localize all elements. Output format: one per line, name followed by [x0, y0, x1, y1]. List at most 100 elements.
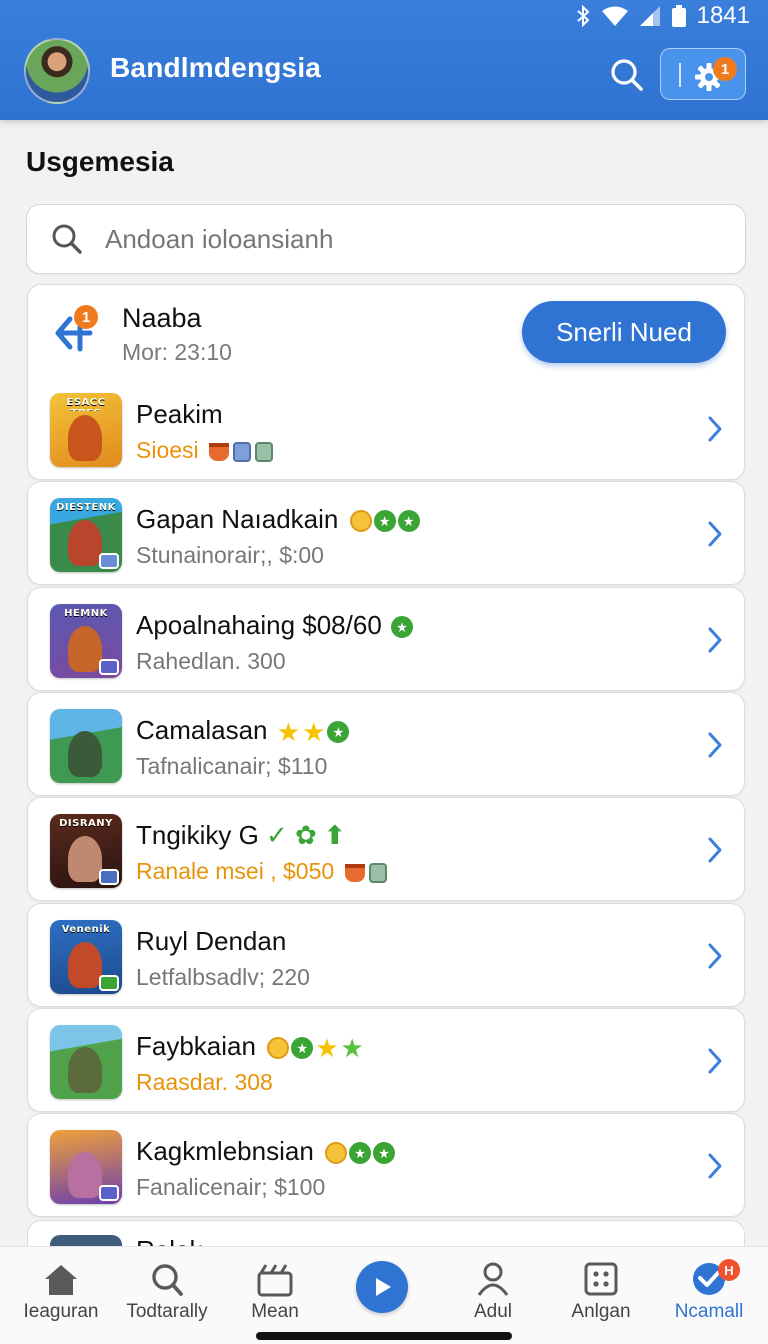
bluetooth-icon — [576, 5, 590, 27]
game-name: Kagkmlebnsian — [136, 1136, 396, 1167]
cube-icon — [233, 441, 252, 462]
game-icon: ESACC TRES — [50, 393, 122, 467]
game-icon — [50, 1130, 122, 1204]
status-bar: 1841 — [575, 2, 750, 30]
game-subtitle: Stunainorair;, $:00 — [136, 542, 324, 568]
game-character — [68, 415, 102, 461]
badge-icon — [291, 1037, 314, 1060]
game-card[interactable]: Venenik Ruyl Dendan Letfalbsadlv; 220 — [27, 903, 745, 1007]
badge-icon — [397, 510, 420, 533]
nav-item-apps[interactable]: Anlgan — [546, 1261, 656, 1323]
featured-name: Naaba — [122, 303, 202, 333]
game-row[interactable]: Faybkaian ★★ Raasdar. 308 — [28, 1009, 744, 1113]
game-card[interactable]: Faybkaian ★★ Raasdar. 308 — [27, 1008, 745, 1112]
chevron-right-icon — [708, 521, 722, 547]
game-tags: ✓ ✿ ⬆ — [258, 820, 346, 850]
nav-item-home[interactable]: Ieaguran — [6, 1261, 116, 1323]
play-icon — [376, 1278, 391, 1296]
chevron-right-icon — [708, 416, 722, 442]
game-icon-label: Venenik — [61, 924, 111, 935]
game-row[interactable]: Kagkmlebnsian Fanalicenair; $100 — [28, 1114, 744, 1218]
nav-item-search[interactable]: Todtarally — [112, 1261, 222, 1323]
game-icon: DISRANY — [50, 814, 122, 888]
game-subtitle: Ranale msei , $050 — [136, 858, 387, 885]
nav-label: Anlgan — [571, 1301, 631, 1322]
game-icon-label: DISRANY — [59, 818, 113, 829]
smile-icon — [267, 1037, 290, 1060]
badge-icon — [373, 1142, 396, 1165]
nav-label: Ncamall — [674, 1301, 744, 1322]
star-icon: ★ — [276, 717, 301, 748]
play-button[interactable] — [356, 1261, 408, 1313]
game-character — [68, 626, 102, 672]
nav-item-notifications[interactable]: H Ncamall — [654, 1259, 764, 1323]
star-icon: ★ — [340, 1033, 364, 1064]
nav-item-profile[interactable]: Adul — [438, 1261, 548, 1323]
game-character — [68, 1047, 102, 1093]
game-card[interactable]: Camalasan ★★ Tafnalicanair; $110 — [27, 692, 745, 796]
game-chip — [99, 975, 119, 991]
game-card[interactable]: DIESTENK Gapan Naıadkain Stunainorair;, … — [27, 481, 745, 585]
game-name: Peakim — [136, 399, 223, 429]
game-row[interactable]: HEMNK Apoalnahaing $08/60 Rahedlan. 300 — [28, 588, 744, 692]
search-icon — [52, 224, 82, 254]
game-row[interactable]: Venenik Ruyl Dendan Letfalbsadlv; 220 — [28, 904, 744, 1008]
nav-label: Ieaguran — [23, 1301, 99, 1322]
trophy-icon — [344, 863, 365, 882]
game-character — [68, 836, 102, 882]
header-search-button[interactable] — [604, 52, 650, 98]
chevron-right-icon — [708, 943, 722, 969]
badge-icon — [373, 510, 396, 533]
chevron-right-icon — [708, 1048, 722, 1074]
battery-icon — [671, 5, 686, 27]
game-icon-label: DIESTENK — [56, 502, 116, 513]
game-name: Apoalnahaing $08/60 — [136, 610, 414, 641]
section-title: Usgemesia — [26, 146, 174, 177]
game-card[interactable]: HEMNK Apoalnahaing $08/60 Rahedlan. 300 — [27, 587, 745, 691]
game-row[interactable]: DIESTENK Gapan Naıadkain Stunainorair;, … — [28, 482, 744, 586]
primary-action-button[interactable]: Snerli Nued — [522, 301, 726, 363]
chevron-right-icon — [708, 837, 722, 863]
game-character — [68, 731, 102, 777]
app-header: 1841 Bandlmdengsia 1 — [0, 0, 768, 120]
settings-button[interactable]: 1 — [660, 48, 746, 100]
game-row[interactable]: DISRANY Tngikiky G ✓ ✿ ⬆ Ranale msei , $… — [28, 798, 744, 902]
game-icon — [50, 1025, 122, 1099]
game-name: Faybkaian ★★ — [136, 1031, 364, 1064]
home-indicator[interactable] — [256, 1332, 512, 1340]
status-time: 1841 — [696, 2, 750, 29]
game-icon: DIESTENK — [50, 498, 122, 572]
game-name: Ruyl Dendan — [136, 926, 287, 956]
game-subtitle: Rahedlan. 300 — [136, 648, 286, 674]
badge-icon — [349, 1142, 372, 1165]
star-icon: ★ — [315, 1033, 339, 1064]
share-badge: 1 — [74, 305, 98, 329]
game-row[interactable]: Camalasan ★★ Tafnalicanair; $110 — [28, 693, 744, 797]
search-input[interactable] — [105, 223, 685, 255]
smile-icon — [349, 510, 372, 533]
nav-label: Adul — [473, 1301, 513, 1322]
game-row[interactable]: ESACC TRES Peakim Sioesi — [28, 377, 744, 481]
game-card[interactable]: DISRANY Tngikiky G ✓ ✿ ⬆ Ranale msei , $… — [27, 797, 745, 901]
search-field[interactable] — [26, 204, 746, 274]
profile-avatar[interactable] — [24, 38, 90, 104]
cube-icon — [368, 862, 387, 883]
game-name: Gapan Naıadkain — [136, 504, 420, 535]
user-icon — [477, 1262, 509, 1296]
search-icon — [611, 59, 643, 91]
game-name: Tngikiky G ✓ ✿ ⬆ — [136, 820, 346, 850]
game-character — [68, 942, 102, 988]
clapperboard-icon — [257, 1264, 293, 1297]
star-icon: ★ — [302, 717, 326, 748]
featured-row[interactable]: 1 Naaba Mor: 23:10 Snerli Nued — [28, 285, 744, 381]
game-card[interactable]: Kagkmlebnsian Fanalicenair; $100 — [27, 1113, 745, 1217]
game-icon-label: ESACC TRES — [66, 397, 106, 411]
game-character — [68, 1152, 102, 1198]
game-subtitle: Sioesi — [136, 437, 274, 464]
smile-icon — [325, 1142, 348, 1165]
game-subtitle: Tafnalicanair; $110 — [136, 753, 328, 779]
game-name: Camalasan ★★ — [136, 715, 350, 748]
nav-item-media[interactable]: Mean — [220, 1261, 330, 1323]
button-divider — [679, 63, 681, 87]
game-subtitle: Letfalbsadlv; 220 — [136, 964, 310, 990]
